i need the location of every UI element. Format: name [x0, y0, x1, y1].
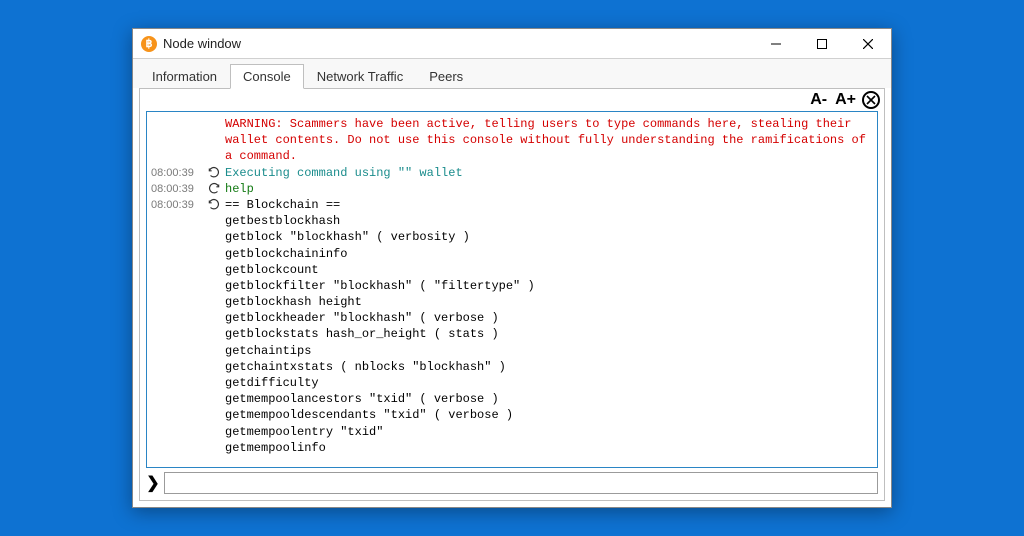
console-row: 08:00:39 help: [149, 181, 875, 197]
window-title: Node window: [163, 36, 753, 51]
tab-information[interactable]: Information: [139, 64, 230, 89]
clear-console-button[interactable]: [862, 91, 880, 109]
clear-icon: [865, 94, 877, 106]
row-time: [149, 116, 203, 117]
console-panel: A- A+ WARNING: Scammers have been active…: [139, 88, 885, 501]
minimize-button[interactable]: [753, 29, 799, 58]
window-buttons: [753, 29, 891, 58]
row-text: Executing command using "" wallet: [225, 165, 875, 181]
sent-icon: [203, 181, 225, 195]
reply-icon: [203, 165, 225, 179]
close-button[interactable]: [845, 29, 891, 58]
row-time: 08:00:39: [149, 165, 203, 181]
row-time: 08:00:39: [149, 181, 203, 197]
row-time: 08:00:39: [149, 197, 203, 213]
row-text: help: [225, 181, 875, 197]
app-icon: ฿: [141, 36, 157, 52]
tab-network-traffic[interactable]: Network Traffic: [304, 64, 416, 89]
tab-console[interactable]: Console: [230, 64, 304, 89]
close-icon: [863, 39, 873, 49]
console-warning-row: WARNING: Scammers have been active, tell…: [149, 116, 875, 165]
font-decrease-button[interactable]: A-: [808, 91, 829, 109]
maximize-icon: [817, 39, 827, 49]
row-text: == Blockchain == getbestblockhash getblo…: [225, 197, 875, 456]
prompt-icon: ❯: [146, 473, 160, 493]
console-input[interactable]: [164, 472, 878, 494]
console-toolbar: A- A+: [140, 89, 884, 111]
titlebar: ฿ Node window: [133, 29, 891, 59]
tab-bar: Information Console Network Traffic Peer…: [133, 59, 891, 88]
tab-peers[interactable]: Peers: [416, 64, 476, 89]
font-increase-button[interactable]: A+: [833, 91, 858, 109]
maximize-button[interactable]: [799, 29, 845, 58]
node-window: ฿ Node window Information Console Networ…: [132, 28, 892, 508]
warning-text: WARNING: Scammers have been active, tell…: [225, 116, 875, 165]
console-input-bar: ❯: [140, 472, 884, 500]
console-output[interactable]: WARNING: Scammers have been active, tell…: [146, 111, 878, 468]
console-row: 08:00:39 == Blockchain == getbestblockha…: [149, 197, 875, 456]
reply-icon: [203, 197, 225, 211]
minimize-icon: [771, 39, 781, 49]
console-row: 08:00:39 Executing command using "" wall…: [149, 165, 875, 181]
